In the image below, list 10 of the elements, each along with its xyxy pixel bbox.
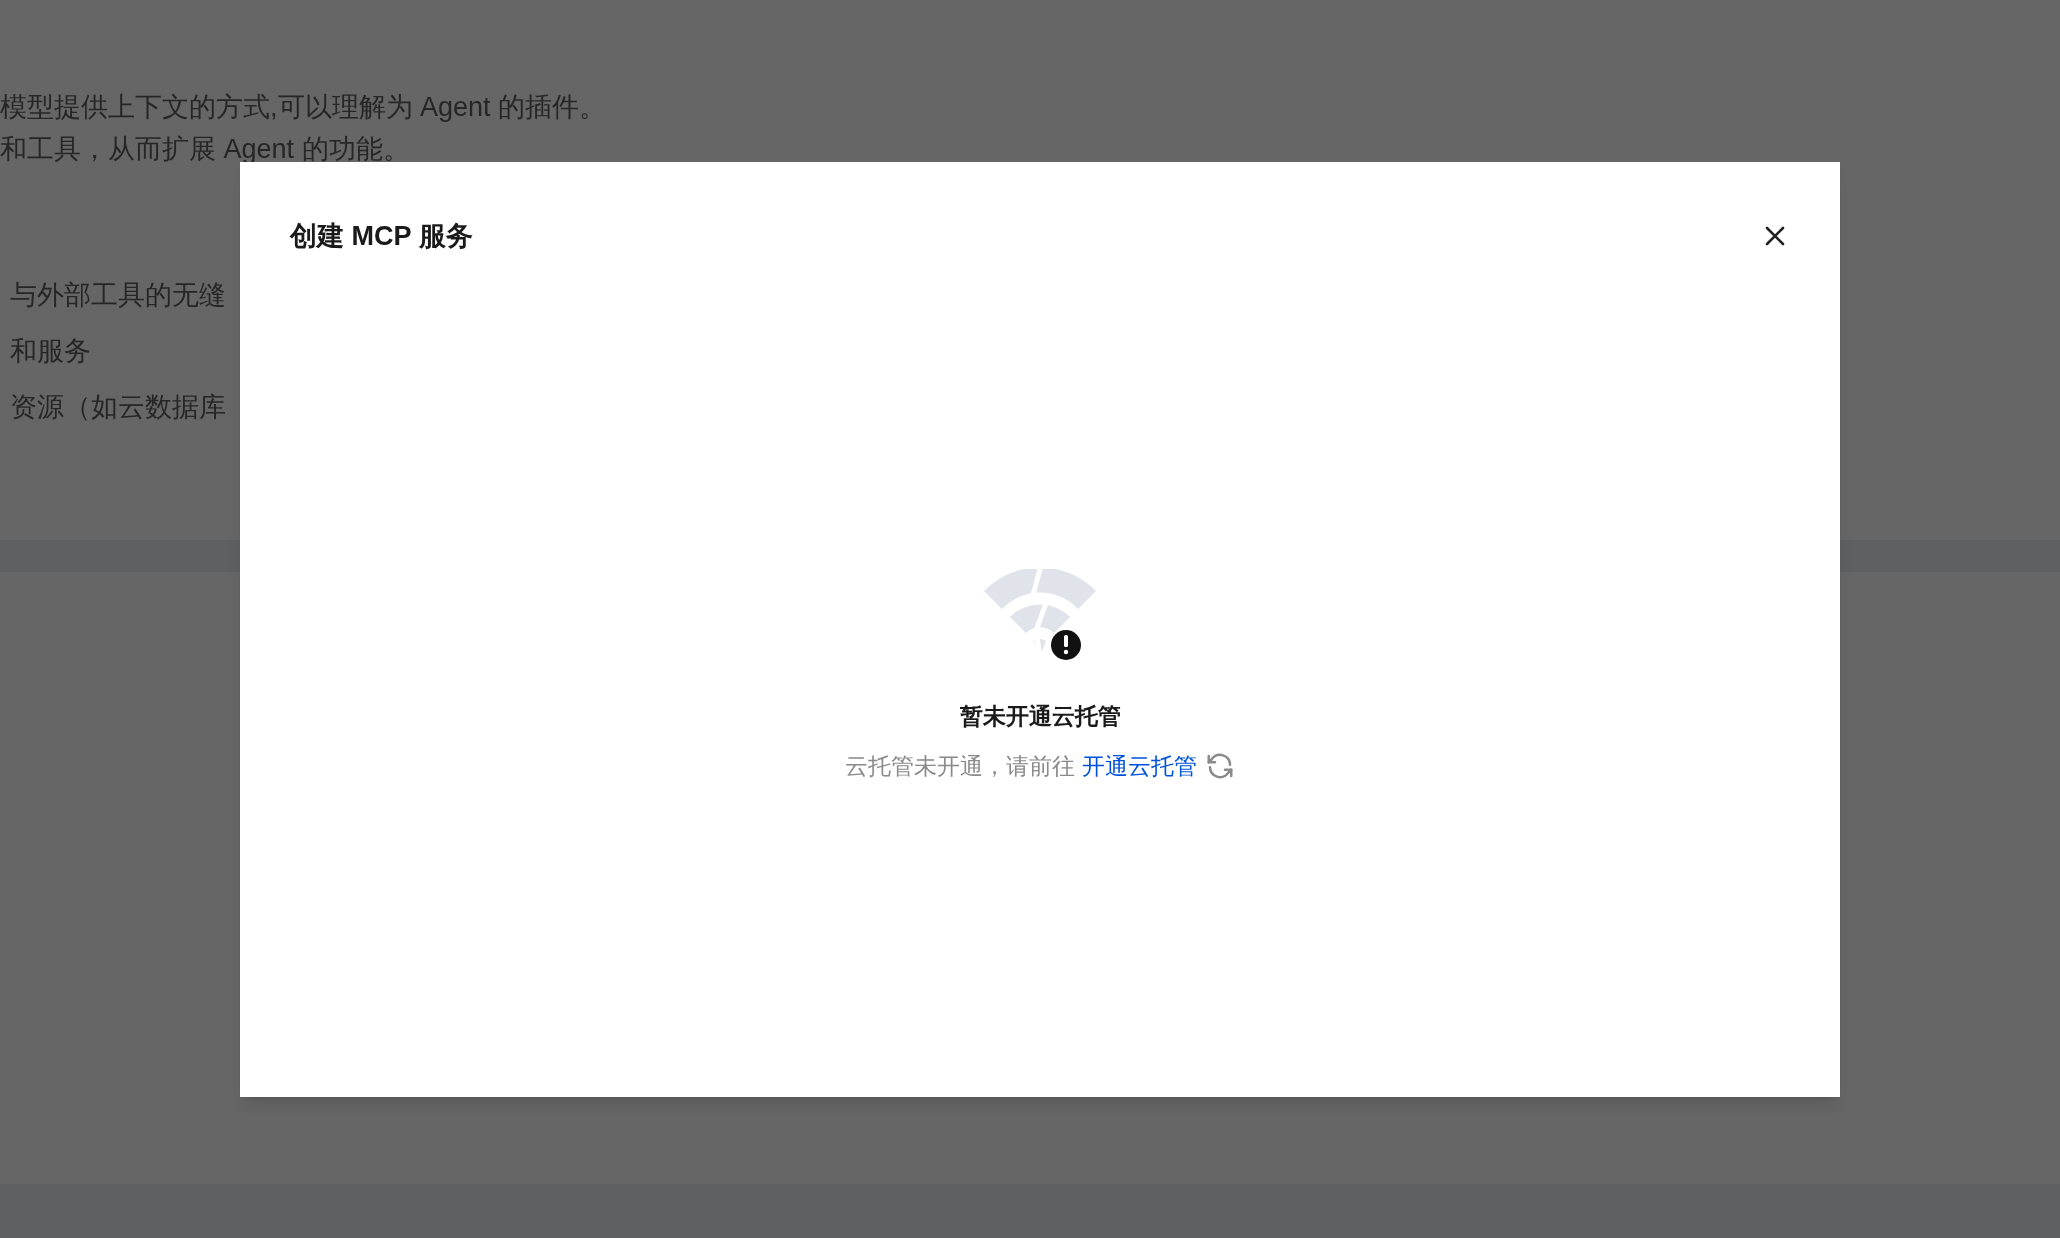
wifi-warning-icon xyxy=(982,568,1098,661)
dialog-title: 创建 MCP 服务 xyxy=(290,220,473,253)
description-text: 和工具，从而扩展 Agent 的功能。 xyxy=(0,133,410,166)
enable-link[interactable]: 开通云托管 xyxy=(1082,749,1197,784)
list-item-text: 和服务 xyxy=(10,335,91,368)
list-item-text: 资源（如云数据库 xyxy=(10,391,226,424)
description-text: 模型提供上下文的方式,可以理解为 Agent 的插件。 xyxy=(0,91,607,124)
empty-state-message: 云托管未开通，请前往 xyxy=(845,752,1075,781)
empty-state-title: 暂未开通云托管 xyxy=(959,701,1121,731)
list-item-text: 与外部工具的无缝 xyxy=(10,279,226,312)
